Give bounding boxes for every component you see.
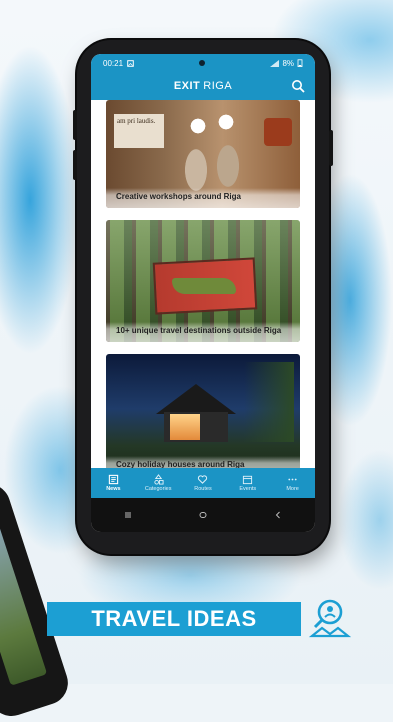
power-button (329, 130, 333, 166)
tab-label: Events (239, 486, 257, 492)
tab-more[interactable]: More (273, 474, 313, 492)
categories-icon (154, 474, 164, 485)
phone-frame: 00:21 8% EXIT RIGA am pri laudis. Creati… (73, 40, 333, 554)
map-pin-magnifier-icon (308, 599, 352, 638)
app-bar: EXIT RIGA (91, 72, 315, 100)
news-card[interactable]: Cozy holiday houses around Riga (106, 354, 300, 476)
tab-label: Categories (144, 486, 172, 492)
card-caption: Creative workshops around Riga (106, 188, 300, 208)
battery-percent: 8% (282, 58, 294, 68)
tab-routes[interactable]: Routes (183, 474, 223, 492)
search-icon[interactable] (291, 79, 305, 93)
front-camera (199, 60, 206, 66)
status-bar: 00:21 8% (91, 54, 315, 72)
android-nav-bar (91, 498, 315, 532)
more-dots-icon (288, 478, 297, 481)
brand-exit: EXIT (173, 80, 201, 92)
tab-label: Routes (194, 486, 212, 492)
lizard-artwork (172, 278, 236, 294)
brand-riga: RIGA (203, 80, 233, 92)
forest-trees (244, 362, 294, 442)
calendar-icon (243, 475, 253, 485)
bottom-tab-bar: News Categories Routes Events More (91, 468, 315, 498)
volume-button (73, 150, 77, 180)
back-icon[interactable] (273, 510, 283, 520)
tab-events[interactable]: Events (228, 474, 268, 492)
house-window (170, 414, 200, 440)
volume-button (73, 110, 77, 140)
tab-news[interactable]: News (93, 474, 133, 492)
travel-ideas-banner: TRAVEL IDEAS (47, 602, 301, 636)
card-caption: 10+ unique travel destinations outside R… (106, 322, 300, 342)
phone-screen: 00:21 8% EXIT RIGA am pri laudis. Creati… (91, 54, 315, 532)
news-card[interactable]: am pri laudis. Creative workshops around… (106, 100, 300, 208)
recents-icon[interactable] (123, 510, 133, 520)
news-feed[interactable]: am pri laudis. Creative workshops around… (91, 100, 315, 476)
picture-frame (264, 118, 292, 146)
tab-categories[interactable]: Categories (138, 474, 178, 492)
tab-label: News (106, 486, 121, 492)
tab-label: More (286, 486, 299, 492)
house-roof (156, 384, 236, 414)
heart-icon (198, 475, 208, 484)
image-notification-icon (127, 59, 134, 67)
holiday-house (156, 384, 236, 444)
home-icon[interactable] (198, 510, 208, 520)
shop-sign: am pri laudis. (114, 114, 164, 148)
news-card[interactable]: 10+ unique travel destinations outside R… (106, 220, 300, 342)
signal-icon (270, 59, 280, 67)
battery-icon (297, 59, 303, 67)
news-icon (108, 474, 119, 485)
status-time: 00:21 (103, 58, 124, 68)
